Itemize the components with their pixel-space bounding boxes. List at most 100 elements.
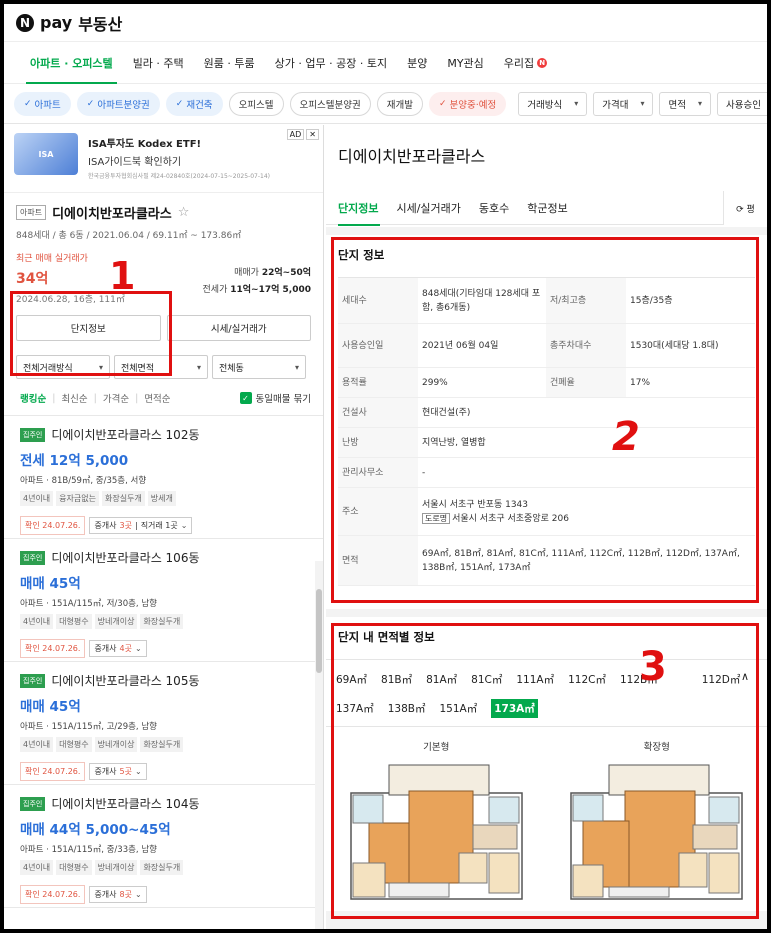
- check-icon: ✓: [438, 98, 447, 109]
- chip-label: 분양중·예정: [449, 99, 497, 111]
- tab-unit-numbers[interactable]: 동호수: [479, 191, 517, 225]
- nav-villa-house[interactable]: 빌라 · 주택: [123, 42, 194, 84]
- tab-school-info[interactable]: 학군정보: [527, 191, 575, 225]
- feature-tag: 4년이내: [20, 614, 54, 629]
- agent-count-button[interactable]: 중개사 4곳 ⌄: [89, 640, 147, 657]
- feature-tag: 대형평수: [56, 737, 92, 752]
- pyeong-toggle-button[interactable]: ⟳ 평: [723, 191, 767, 225]
- direct-deal-count: 직거래 1곳: [140, 521, 178, 530]
- nav-presale[interactable]: 분양: [397, 42, 437, 84]
- listing-item[interactable]: 집주인 디에이치반포라클라스 102동 전세 12억 5,000 아파트 · 81…: [4, 416, 323, 539]
- n-logo-icon: N: [16, 13, 34, 32]
- annotation-number-1: 1: [109, 254, 136, 298]
- close-icon[interactable]: ✕: [306, 129, 319, 140]
- dropdown-label: 전체동: [219, 363, 244, 374]
- feature-tag: 대형평수: [56, 860, 92, 875]
- agent-count: 5곳: [119, 767, 132, 776]
- jeonse-price-range: 전세가 11억~17억 5,000: [203, 282, 311, 299]
- filter-chip-officetel[interactable]: 오피스텔: [228, 91, 284, 116]
- nav-oneroom-tworoom[interactable]: 원룸 · 투룸: [194, 42, 265, 84]
- nav-label: 우리집: [503, 56, 535, 70]
- filter-chip-redevelopment[interactable]: 재개발: [376, 91, 423, 116]
- chevron-down-icon: ▾: [196, 362, 201, 372]
- filter-select-approval[interactable]: 사용승인: [716, 91, 767, 116]
- ad-thumbnail: ISA: [14, 133, 78, 175]
- sort-latest[interactable]: 최신순: [61, 391, 87, 405]
- filter-select-area[interactable]: 면적 ▾: [659, 91, 711, 116]
- confirm-date: 확인 24.07.26.: [20, 639, 86, 658]
- ad-banner[interactable]: ISA ISA투자도 Kodex ETF! ISA가이드북 확인하기 한국금융투…: [4, 125, 323, 193]
- ad-title: ISA투자도 Kodex ETF!: [88, 139, 202, 150]
- listing-item[interactable]: 집주인 디에이치반포라클라스 106동 매매 45억 아파트 · 151A/115…: [4, 539, 323, 662]
- sort-area[interactable]: 면적순: [144, 391, 170, 405]
- listing-scrollbar-thumb[interactable]: [316, 589, 322, 673]
- check-icon: ✓: [24, 98, 32, 109]
- filter-bar: ✓ 아파트 ✓ 아파트분양권 ✓ 재건축 오피스텔 오피스텔분양권 재개발 ✓ 분양중·…: [4, 84, 767, 124]
- listing-price: 매매 45억: [20, 699, 81, 715]
- feature-tag: 4년이내: [20, 737, 54, 752]
- type-tag: 아파트: [16, 205, 47, 220]
- annotation-number-2: 2: [612, 414, 640, 460]
- sort-ranking[interactable]: 랭킹순: [20, 391, 46, 405]
- feature-tag: 방세개: [147, 491, 176, 506]
- feature-tag: 방네개이상: [94, 860, 138, 875]
- annotation-box-1: [10, 291, 172, 376]
- ad-tag: AD ✕: [286, 129, 319, 140]
- new-badge: N: [537, 57, 548, 68]
- main-nav: 아파트 · 오피스텔 빌라 · 주택 원룸 · 투룸 상가 · 업무 · 공장 …: [4, 42, 767, 84]
- feature-tag: 방네개이상: [94, 737, 138, 752]
- listing-item[interactable]: 집주인 디에이치반포라클라스 105동 매매 45억 아파트 · 151A/115…: [4, 662, 323, 785]
- agent-count-button[interactable]: 중개사 5곳 ⌄: [89, 763, 147, 780]
- chip-label: 오피스텔: [238, 99, 274, 111]
- tab-complex-info[interactable]: 단지정보: [338, 191, 386, 226]
- listing-spec: 아파트 · 81B/59㎡, 중/35층, 서향: [20, 476, 147, 486]
- complex-meta: 848세대 / 총 6동 / 2021.06.04 / 69.11㎡ ~ 173…: [16, 231, 242, 241]
- filter-chip-reconstruction[interactable]: ✓ 재건축: [165, 91, 223, 116]
- jeonse-label: 전세가: [202, 285, 228, 295]
- chip-label: 아파트분양권: [97, 99, 150, 111]
- agent-label: 중개사: [94, 767, 117, 776]
- filter-chip-apartment[interactable]: ✓ 아파트: [14, 91, 71, 116]
- chip-label: 재개발: [386, 99, 413, 111]
- building-dropdown[interactable]: 전체동 ▾: [212, 355, 306, 379]
- tab-price-history[interactable]: 시세/실거래가: [396, 191, 468, 225]
- ad-label: AD: [286, 129, 305, 140]
- nav-my-interest[interactable]: MY관심: [437, 42, 493, 84]
- nav-commercial-land[interactable]: 상가 · 업무 · 공장 · 토지: [265, 42, 397, 84]
- complex-panel: ISA ISA투자도 Kodex ETF! ISA가이드북 확인하기 한국금융투…: [4, 125, 324, 929]
- feature-tag: 대형평수: [56, 614, 92, 629]
- toggle-label: 동일매물 묶기: [255, 394, 311, 405]
- npay-logo[interactable]: N pay 부동산: [16, 11, 122, 35]
- filter-chip-apartment-presale-right[interactable]: ✓ 아파트분양권: [76, 91, 160, 116]
- agent-count-button[interactable]: 중개사 8곳 ⌄: [89, 886, 147, 903]
- filter-select-price[interactable]: 가격대 ▾: [593, 91, 654, 116]
- nav-apartment-officetel[interactable]: 아파트 · 오피스텔: [20, 42, 123, 84]
- sort-price[interactable]: 가격순: [103, 391, 129, 405]
- listing-name: 디에이치반포라클라스 105동: [51, 674, 200, 688]
- filter-select-deal-type[interactable]: 거래방식 ▾: [518, 91, 588, 116]
- filter-chip-officetel-presale-right[interactable]: 오피스텔분양권: [289, 91, 371, 116]
- listing-item[interactable]: 집주인 디에이치반포라클라스 104동 매매 44억 5,000~45억 아파트 …: [4, 785, 323, 908]
- feature-tag: 4년이내: [20, 860, 54, 875]
- group-same-listing-toggle[interactable]: ✓ 동일매물 묶기: [239, 391, 311, 405]
- filter-chip-presale-upcoming[interactable]: ✓ 분양중·예정: [428, 91, 507, 116]
- owner-badge: 집주인: [20, 796, 46, 811]
- confirm-date: 확인 24.07.26.: [20, 762, 86, 781]
- nav-my-home[interactable]: 우리집 N: [494, 42, 557, 84]
- listing-name: 디에이치반포라클라스 106동: [51, 551, 200, 565]
- listing-price: 매매 45억: [20, 576, 81, 592]
- owner-badge: 집주인: [20, 427, 46, 442]
- agent-count-button[interactable]: 중개사 3곳 | 직거래 1곳 ⌄: [89, 517, 193, 534]
- chevron-down-icon: ▾: [574, 99, 579, 108]
- check-icon: ✓: [175, 98, 184, 109]
- annotation-box-3: [331, 623, 759, 919]
- chevron-down-icon: ⌄: [180, 521, 188, 530]
- price-history-button[interactable]: 시세/실거래가: [166, 315, 311, 341]
- sort-bar: 랭킹순 | 최신순 | 가격순 | 면적순 ✓ 동일매물 묶기: [4, 379, 323, 405]
- feature-tag: 융자금없는: [56, 491, 99, 506]
- chevron-down-icon: ⌄: [134, 767, 142, 776]
- annotation-box-2: [331, 237, 759, 603]
- chevron-down-icon: ▾: [294, 362, 299, 372]
- star-icon[interactable]: ☆: [178, 205, 190, 220]
- agent-count: 3곳: [119, 521, 132, 530]
